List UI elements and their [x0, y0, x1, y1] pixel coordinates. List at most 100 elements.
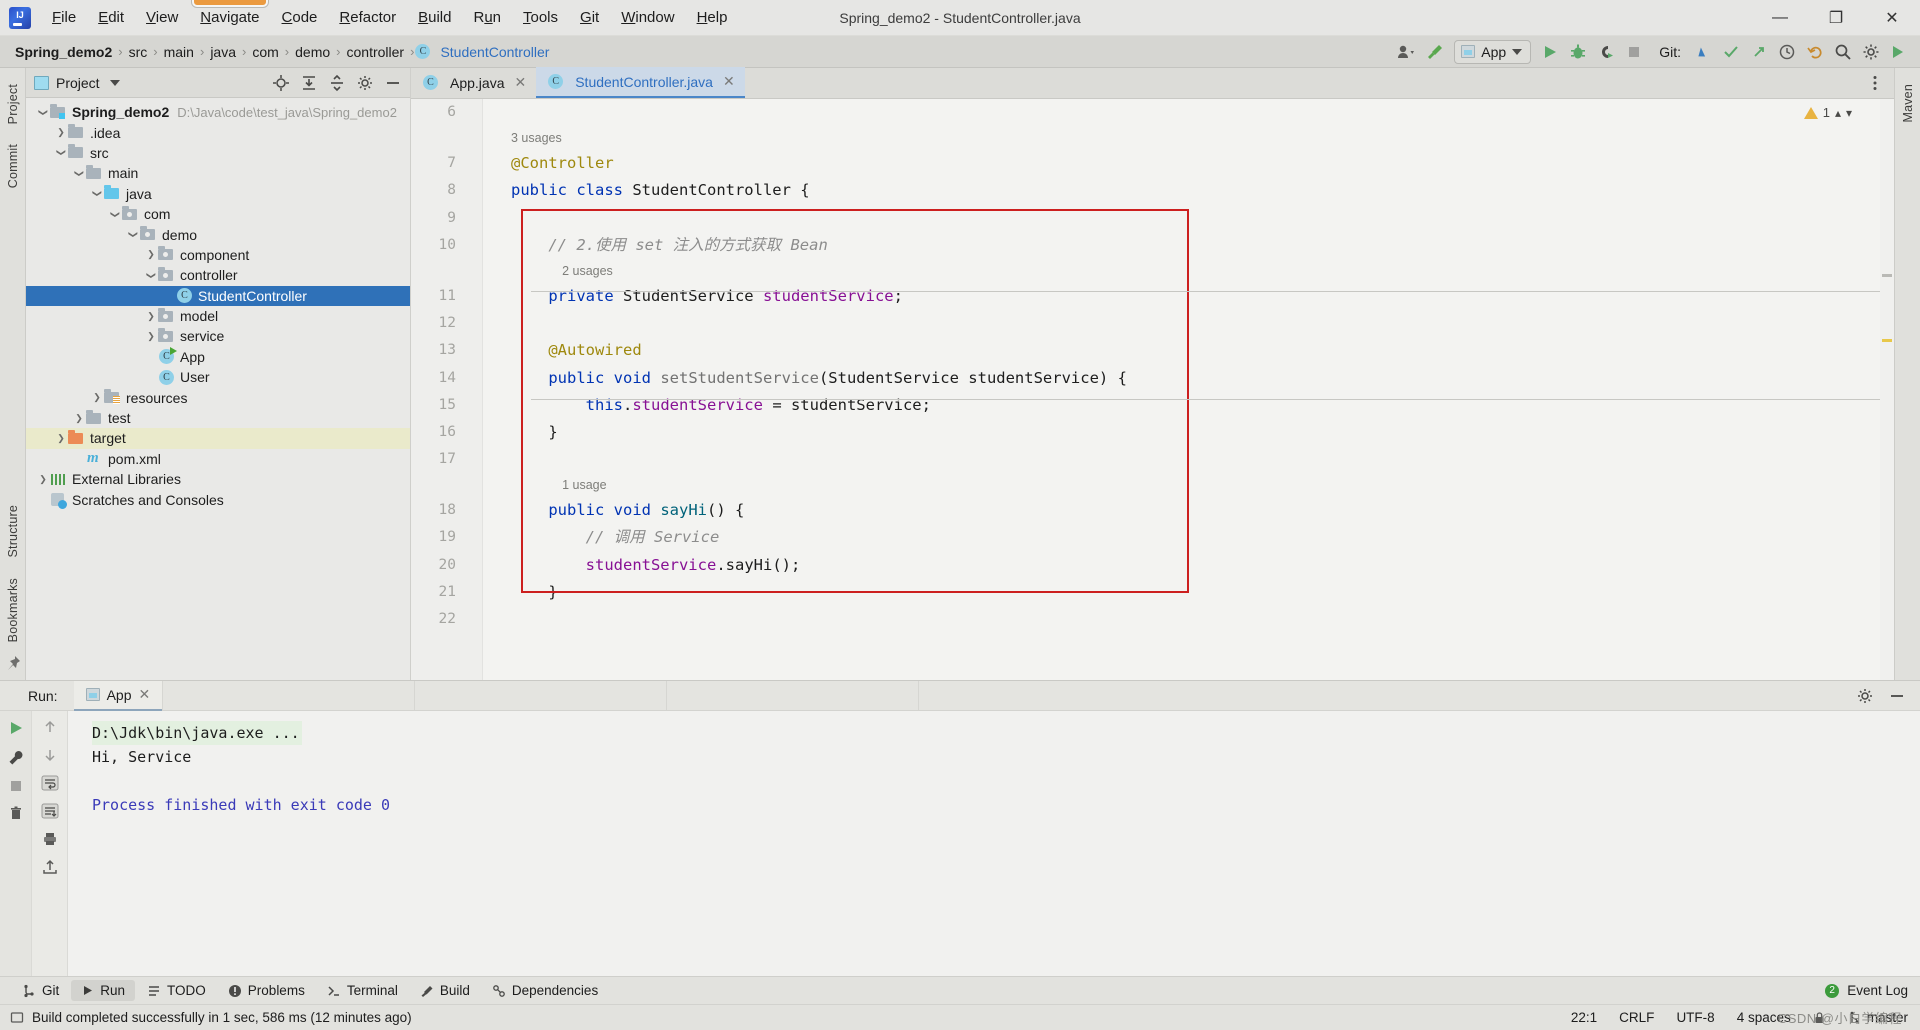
tool-tab-bookmarks[interactable]: Bookmarks: [2, 570, 24, 650]
file-encoding[interactable]: UTF-8: [1676, 1010, 1714, 1025]
menu-code[interactable]: Code: [271, 4, 329, 32]
tree-node-src[interactable]: src: [26, 143, 410, 163]
indent-setting[interactable]: 4 spaces: [1737, 1010, 1791, 1025]
print-icon[interactable]: [42, 831, 58, 847]
menu-window[interactable]: Window: [610, 4, 685, 32]
tool-tab-structure[interactable]: Structure: [2, 497, 24, 566]
tool-button-build[interactable]: Build: [410, 980, 480, 1001]
trash-icon[interactable]: [8, 805, 24, 821]
tool-button-git[interactable]: Git: [12, 980, 69, 1001]
chevron-right-icon[interactable]: [36, 474, 50, 485]
chevron-down-icon[interactable]: [126, 229, 140, 240]
tree-node-target[interactable]: target: [26, 428, 410, 449]
minimize-button[interactable]: —: [1752, 0, 1808, 36]
line-separator[interactable]: CRLF: [1619, 1010, 1654, 1025]
tree-node-main[interactable]: main: [26, 163, 410, 183]
tool-tab-maven[interactable]: Maven: [1897, 76, 1919, 131]
chevron-right-icon[interactable]: [54, 127, 68, 138]
close-button[interactable]: ✕: [1864, 0, 1920, 36]
git-update-icon[interactable]: [1690, 39, 1716, 65]
chevron-right-icon[interactable]: [144, 249, 158, 260]
tree-node-service[interactable]: service: [26, 326, 410, 346]
chevron-down-icon[interactable]: [36, 107, 50, 118]
run-configuration-selector[interactable]: App: [1454, 39, 1532, 64]
breadcrumb-item-src[interactable]: src: [124, 43, 153, 61]
source-code[interactable]: 3 usages @Controller public class StudentC…: [483, 99, 1880, 680]
chevron-right-icon[interactable]: [90, 392, 104, 403]
tree-node-user[interactable]: C User: [26, 367, 410, 387]
tool-button-terminal[interactable]: Terminal: [317, 980, 408, 1001]
breadcrumb-item-demo[interactable]: demo: [290, 43, 335, 61]
editor-tab-studentcontroller[interactable]: C StudentController.java ✕: [536, 67, 745, 98]
user-avatar-icon[interactable]: [1394, 39, 1420, 65]
tree-node-java[interactable]: java: [26, 184, 410, 204]
breadcrumb-item-controller[interactable]: controller: [342, 43, 410, 61]
inspection-status[interactable]: 1 ▴ ▾: [1803, 105, 1852, 120]
tree-node-model[interactable]: model: [26, 306, 410, 326]
scroll-to-end-icon[interactable]: [41, 803, 59, 819]
stop-icon[interactable]: [9, 779, 23, 793]
scroll-up-icon[interactable]: [42, 719, 58, 735]
tree-node--idea[interactable]: .idea: [26, 122, 410, 142]
menu-refactor[interactable]: Refactor: [328, 4, 407, 32]
export-icon[interactable]: [42, 859, 58, 875]
chevron-up-icon[interactable]: ▴: [1835, 106, 1841, 120]
menu-git[interactable]: Git: [569, 4, 610, 32]
soft-wrap-icon[interactable]: [41, 775, 59, 791]
chevron-down-icon[interactable]: [144, 270, 158, 281]
settings-icon[interactable]: [1856, 687, 1874, 705]
close-icon[interactable]: ✕: [139, 686, 151, 703]
run-tab-app[interactable]: App ✕: [73, 680, 163, 711]
tree-node-component[interactable]: component: [26, 245, 410, 265]
tree-node-app[interactable]: C App: [26, 347, 410, 367]
project-tree[interactable]: Spring_demo2 D:\Java\code\test_java\Sprin…: [26, 98, 410, 680]
breadcrumb-item-java[interactable]: java: [205, 43, 241, 61]
close-icon[interactable]: ✕: [723, 73, 735, 90]
tool-button-problems[interactable]: Problems: [218, 980, 315, 1001]
git-push-icon[interactable]: [1746, 39, 1772, 65]
tree-node-com[interactable]: com: [26, 204, 410, 224]
expand-all-icon[interactable]: [300, 74, 318, 92]
collapse-all-icon[interactable]: [328, 74, 346, 92]
pin-icon[interactable]: [4, 654, 22, 672]
run-with-coverage-icon[interactable]: [1593, 39, 1619, 65]
git-branch-indicator[interactable]: master: [1848, 1010, 1908, 1025]
tool-tab-commit[interactable]: Commit: [2, 136, 24, 196]
console-output[interactable]: D:\Jdk\bin\java.exe ... Hi, Service Proce…: [68, 711, 1920, 976]
tree-node-test[interactable]: test: [26, 408, 410, 428]
close-icon[interactable]: ✕: [514, 74, 526, 91]
chevron-down-icon[interactable]: [72, 168, 86, 179]
maximize-button[interactable]: ❐: [1808, 0, 1864, 36]
history-icon[interactable]: [1774, 39, 1800, 65]
scroll-down-icon[interactable]: [42, 747, 58, 763]
chevron-down-icon[interactable]: [54, 147, 68, 158]
chevron-right-icon[interactable]: [54, 433, 68, 444]
build-hammer-icon[interactable]: [1422, 39, 1448, 65]
chevron-right-icon[interactable]: [144, 331, 158, 342]
tree-node-resources[interactable]: resources: [26, 387, 410, 407]
breadcrumb-item-com[interactable]: com: [247, 43, 283, 61]
editor-tab-options-icon[interactable]: [1866, 74, 1894, 92]
menu-run[interactable]: Run: [462, 4, 512, 32]
breadcrumb-item-studentcontroller[interactable]: StudentController: [435, 43, 554, 61]
plugin-icon[interactable]: [1886, 39, 1912, 65]
tree-node-demo[interactable]: demo: [26, 224, 410, 244]
chevron-down-icon[interactable]: [108, 209, 122, 220]
chevron-down-icon[interactable]: [90, 188, 104, 199]
menu-build[interactable]: Build: [407, 4, 462, 32]
git-commit-icon[interactable]: [1718, 39, 1744, 65]
tree-node-controller[interactable]: controller: [26, 265, 410, 285]
rerun-icon[interactable]: [7, 719, 25, 737]
undo-icon[interactable]: [1802, 39, 1828, 65]
menu-navigate[interactable]: Navigate: [189, 0, 270, 32]
search-icon[interactable]: [1830, 39, 1856, 65]
lock-icon[interactable]: [1813, 1011, 1826, 1025]
menu-help[interactable]: Help: [686, 4, 739, 32]
caret-position[interactable]: 22:1: [1571, 1010, 1597, 1025]
tree-node-spring-demo2[interactable]: Spring_demo2 D:\Java\code\test_java\Sprin…: [26, 102, 410, 122]
debug-icon[interactable]: [1565, 39, 1591, 65]
event-log-button[interactable]: 2 Event Log: [1825, 983, 1920, 998]
code-editor[interactable]: 6 7 8 9 10 11 12 13 14 15 16 17 18 19 20 21 22 3 usages @…: [411, 99, 1894, 680]
chevron-right-icon[interactable]: [72, 413, 86, 424]
tool-button-dependencies[interactable]: Dependencies: [482, 980, 608, 1001]
